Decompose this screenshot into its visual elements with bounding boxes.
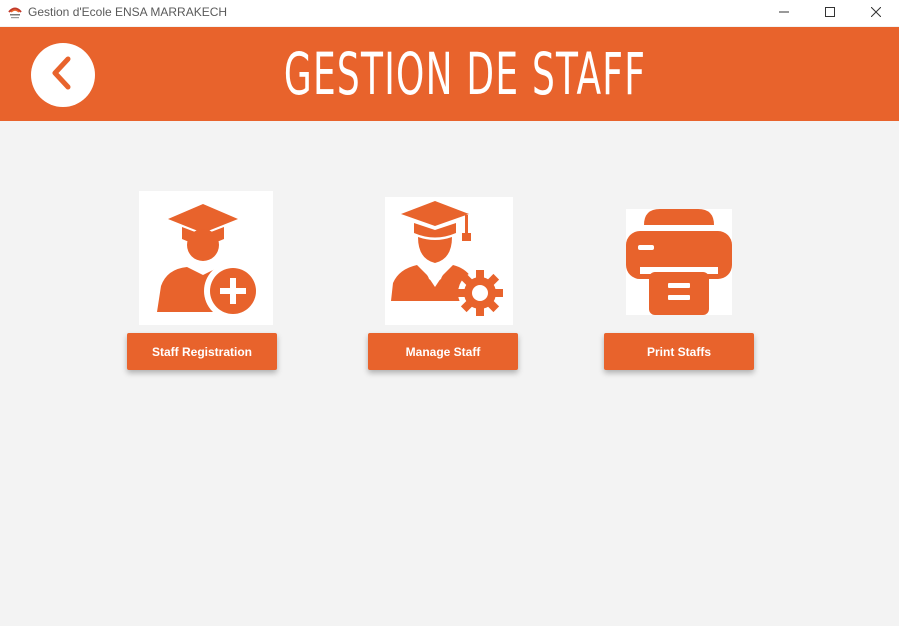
maximize-icon: [825, 4, 835, 22]
staff-settings-icon: [385, 197, 513, 325]
close-icon: [870, 4, 882, 22]
staff-registration-button[interactable]: Staff Registration: [127, 333, 277, 370]
maximize-button[interactable]: [807, 0, 853, 26]
close-button[interactable]: [853, 0, 899, 26]
app-logo-icon: [7, 4, 23, 20]
printer-icon: [626, 209, 732, 315]
manage-staff-button[interactable]: Manage Staff: [368, 333, 518, 370]
window-titlebar: Gestion d'Ecole ENSA MARRAKECH: [0, 0, 899, 26]
page-title: GESTION DE STAFF: [283, 40, 647, 108]
minimize-button[interactable]: [761, 0, 807, 26]
print-staffs-button[interactable]: Print Staffs: [604, 333, 754, 370]
minimize-icon: [779, 4, 789, 22]
chevron-left-icon: [48, 56, 78, 95]
staff-add-icon: [139, 191, 273, 325]
back-button[interactable]: [31, 43, 95, 107]
page-header: GESTION DE STAFF: [0, 27, 899, 121]
window-title: Gestion d'Ecole ENSA MARRAKECH: [28, 5, 228, 19]
